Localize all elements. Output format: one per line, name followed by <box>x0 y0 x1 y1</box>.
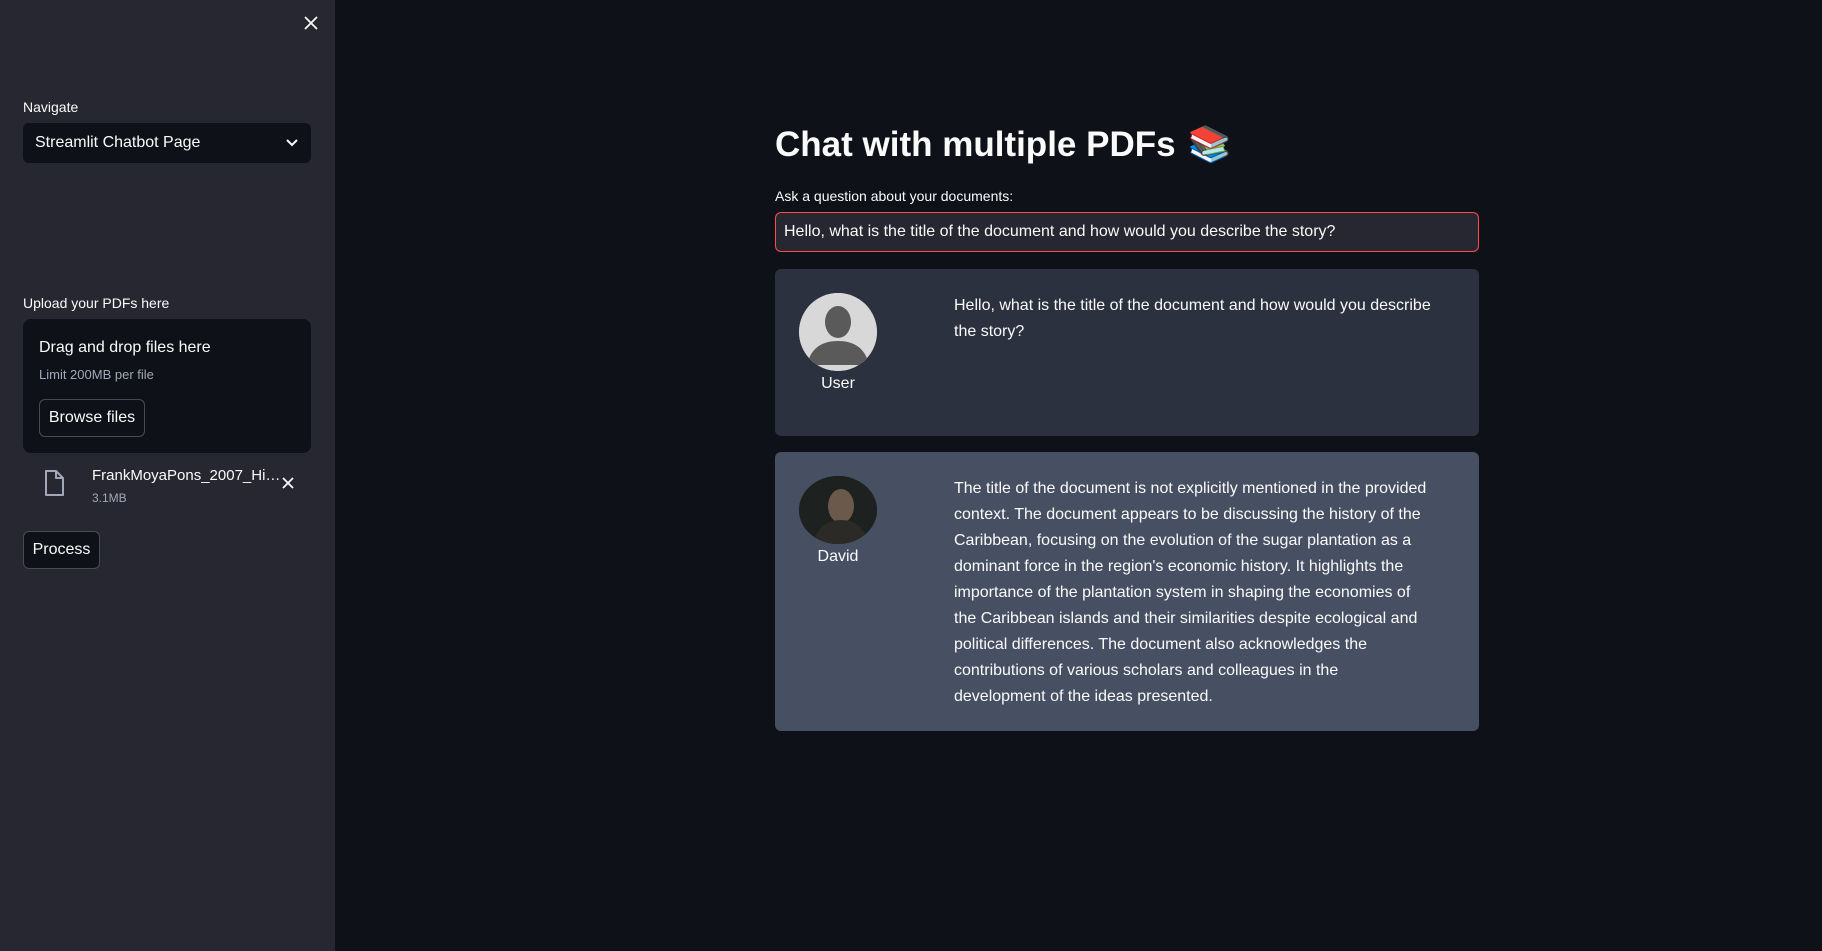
bot-author-name: David <box>817 548 859 565</box>
user-avatar <box>799 293 877 371</box>
remove-file-button[interactable] <box>277 472 299 494</box>
browse-files-button[interactable]: Browse files <box>39 399 145 437</box>
sidebar: Navigate Streamlit Chatbot Page Upload y… <box>0 0 335 951</box>
process-button[interactable]: Process <box>23 531 100 569</box>
navigate-label: Navigate <box>23 99 79 115</box>
user-silhouette-icon <box>799 293 877 371</box>
close-icon <box>282 477 294 489</box>
bot-message: David The title of the document is not e… <box>775 452 1479 731</box>
user-message: User Hello, what is the title of the doc… <box>775 269 1479 436</box>
file-icon <box>45 470 64 496</box>
bot-avatar <box>799 476 877 544</box>
file-name: FrankMoyaPons_2007_Hi… <box>92 467 281 484</box>
navigate-select-value: Streamlit Chatbot Page <box>35 134 201 151</box>
user-author-name: User <box>821 375 855 392</box>
dropzone-title: Drag and drop files here <box>39 339 211 356</box>
page-title-text: Chat with multiple PDFs <box>775 124 1176 164</box>
bot-message-text: The title of the document is not explici… <box>954 480 1427 705</box>
uploaded-file-row: FrankMoyaPons_2007_Hi… 3.1MB <box>23 462 311 510</box>
books-icon: 📚 <box>1187 125 1232 164</box>
bot-portrait-icon <box>799 476 877 544</box>
close-icon <box>304 16 318 30</box>
question-input[interactable] <box>775 212 1479 252</box>
user-message-text: Hello, what is the title of the document… <box>954 297 1431 340</box>
close-sidebar-button[interactable] <box>300 12 322 34</box>
chevron-down-icon <box>286 139 298 147</box>
file-size: 3.1MB <box>92 491 127 505</box>
navigate-select[interactable]: Streamlit Chatbot Page <box>23 123 311 163</box>
upload-label: Upload your PDFs here <box>23 295 170 311</box>
dropzone-limit: Limit 200MB per file <box>39 367 154 382</box>
page-title: Chat with multiple PDFs 📚 <box>775 124 1231 165</box>
file-dropzone[interactable]: Drag and drop files here Limit 200MB per… <box>23 319 311 453</box>
question-label: Ask a question about your documents: <box>775 188 1014 204</box>
